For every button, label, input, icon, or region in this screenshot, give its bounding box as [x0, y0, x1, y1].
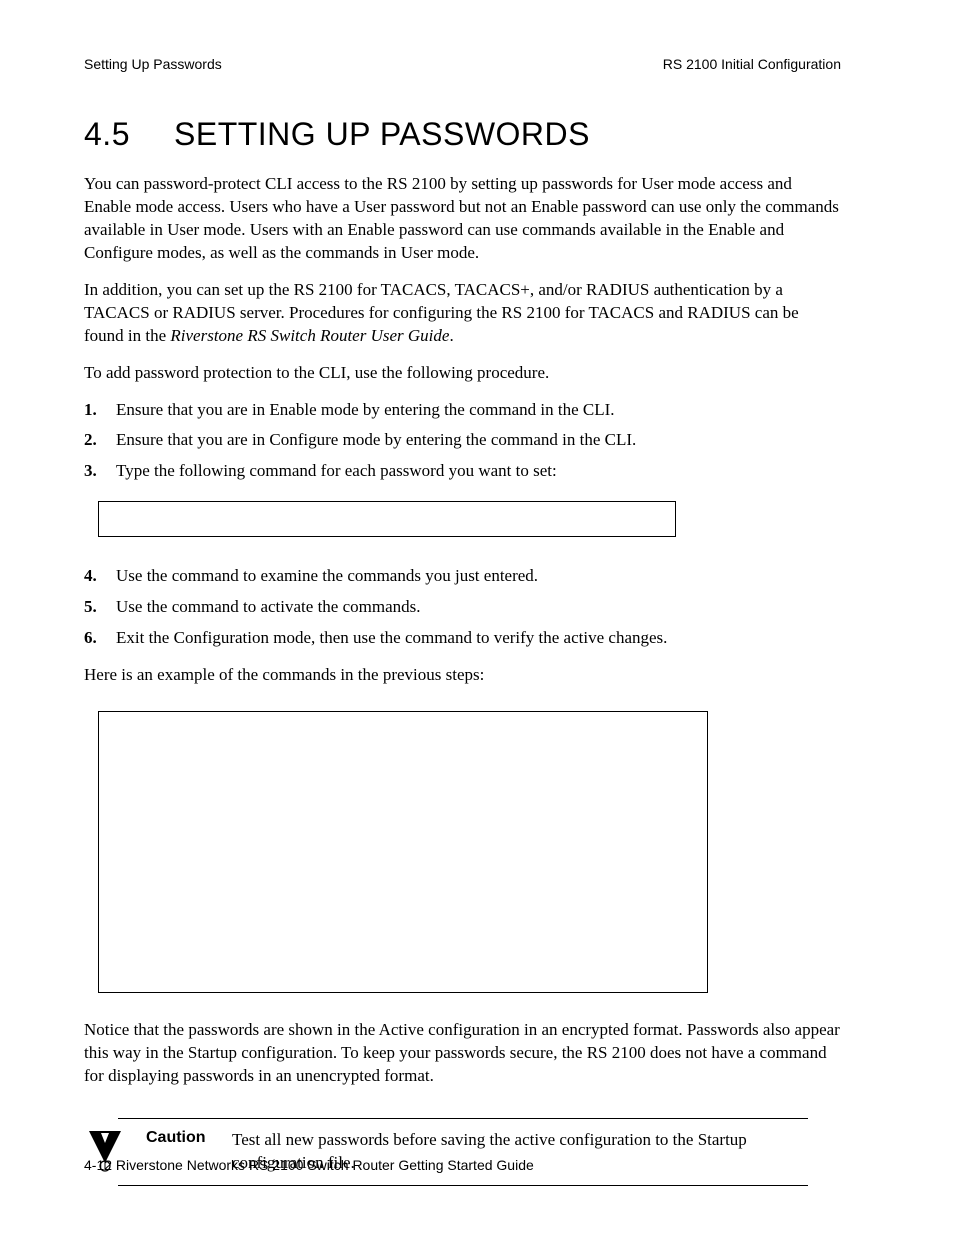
paragraph-2: In addition, you can set up the RS 2100 …	[84, 279, 841, 348]
step-4: 4.Use the command to examine the command…	[84, 565, 841, 588]
caution-label: Caution	[146, 1129, 210, 1147]
code-box-small	[98, 501, 676, 537]
caution-block: Caution Test all new passwords before sa…	[84, 1118, 841, 1186]
step-number: 5.	[84, 596, 116, 619]
step-number: 2.	[84, 429, 116, 452]
step-text: Ensure that you are in Configure mode by…	[116, 429, 841, 452]
caution-rule-top	[118, 1118, 808, 1119]
section-title: 4.5SETTING UP PASSWORDS	[84, 116, 841, 153]
paragraph-2c: .	[449, 326, 453, 345]
step-text: Use the command to activate the commands…	[116, 596, 841, 619]
header-left: Setting Up Passwords	[84, 56, 222, 72]
step-6: 6.Exit the Configuration mode, then use …	[84, 627, 841, 650]
step-number: 4.	[84, 565, 116, 588]
paragraph-4: Here is an example of the commands in th…	[84, 664, 841, 687]
step-2: 2.Ensure that you are in Configure mode …	[84, 429, 841, 452]
running-header: Setting Up Passwords RS 2100 Initial Con…	[84, 56, 841, 72]
page-footer: 4-12 Riverstone Networks RS 2100 Switch …	[84, 1157, 534, 1173]
step-text: Ensure that you are in Enable mode by en…	[116, 399, 841, 422]
step-text: Type the following command for each pass…	[116, 460, 841, 483]
paragraph-3: To add password protection to the CLI, u…	[84, 362, 841, 385]
step-1: 1.Ensure that you are in Enable mode by …	[84, 399, 841, 422]
code-box-large	[98, 711, 708, 993]
section-heading: SETTING UP PASSWORDS	[174, 116, 590, 152]
guide-title-italic: Riverstone RS Switch Router User Guide	[170, 326, 449, 345]
step-3: 3.Type the following command for each pa…	[84, 460, 841, 483]
section-number: 4.5	[84, 116, 174, 153]
header-right: RS 2100 Initial Configuration	[663, 56, 841, 72]
page: Setting Up Passwords RS 2100 Initial Con…	[0, 0, 954, 1235]
step-number: 1.	[84, 399, 116, 422]
steps-list-a: 1.Ensure that you are in Enable mode by …	[84, 399, 841, 484]
step-number: 3.	[84, 460, 116, 483]
steps-list-b: 4.Use the command to examine the command…	[84, 565, 841, 650]
step-5: 5.Use the command to activate the comman…	[84, 596, 841, 619]
step-number: 6.	[84, 627, 116, 650]
paragraph-5: Notice that the passwords are shown in t…	[84, 1019, 841, 1088]
step-text: Exit the Configuration mode, then use th…	[116, 627, 841, 650]
step-text: Use the command to examine the commands …	[116, 565, 841, 588]
paragraph-1: You can password-protect CLI access to t…	[84, 173, 841, 265]
caution-rule-bottom	[118, 1185, 808, 1186]
